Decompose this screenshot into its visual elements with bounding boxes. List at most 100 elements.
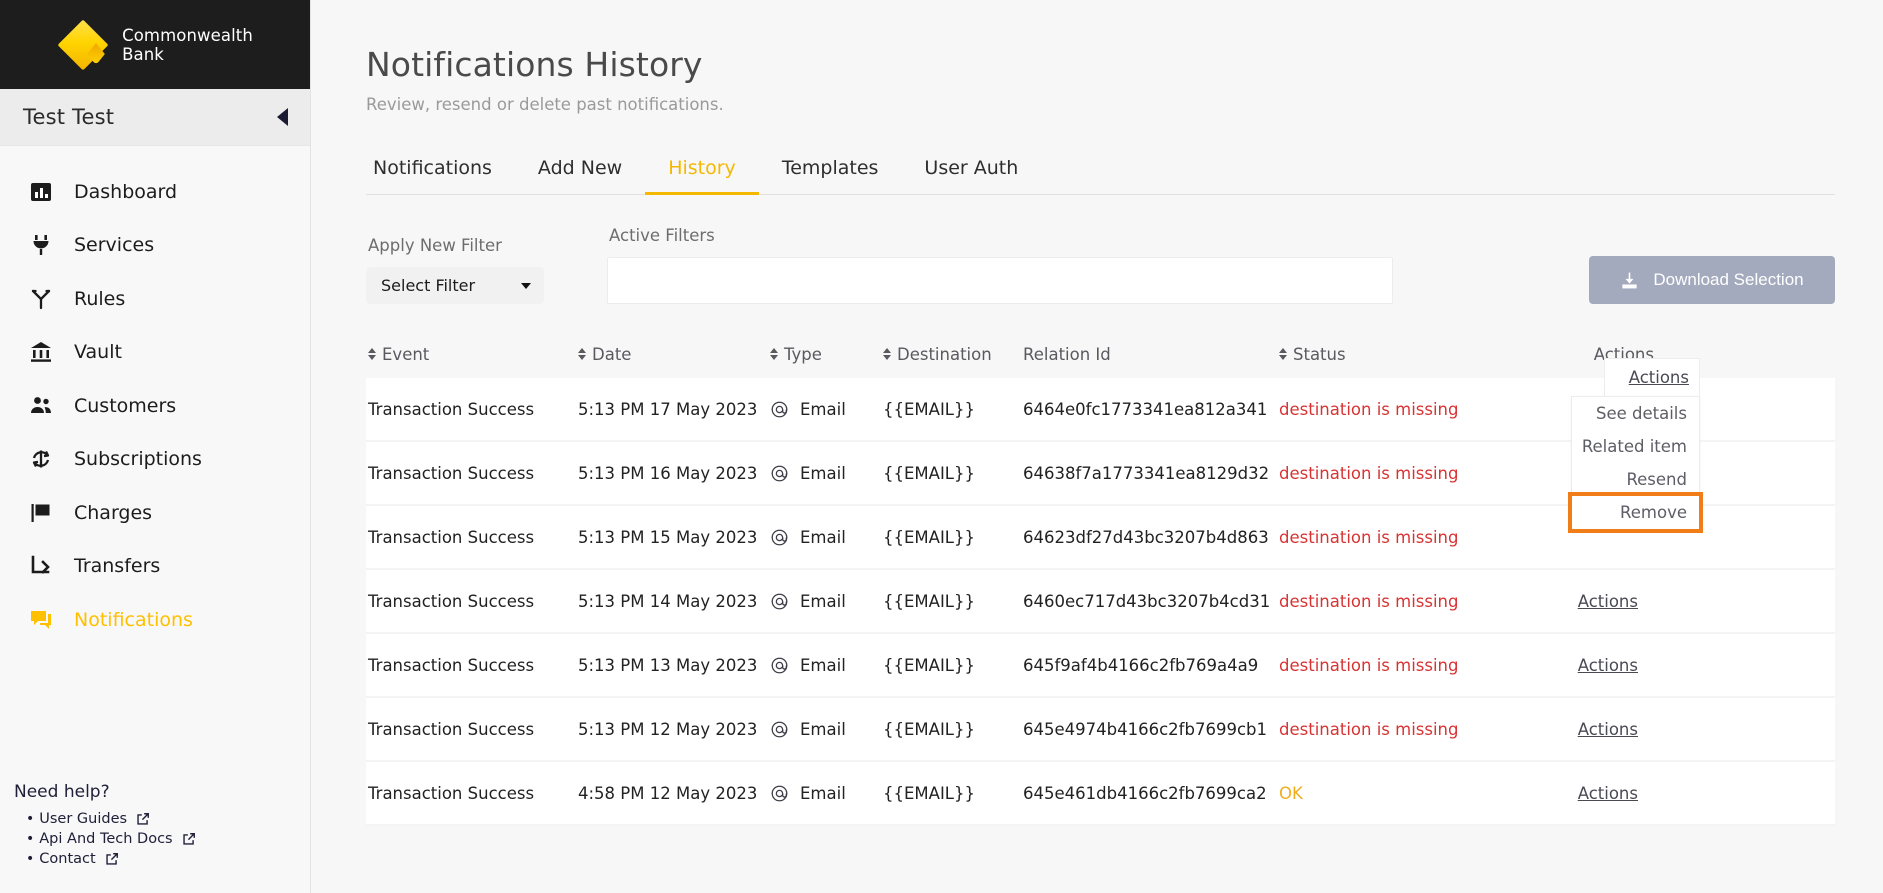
row-actions-link[interactable]: Actions	[1578, 784, 1638, 803]
cell-actions: Actions	[1534, 592, 1654, 611]
sidebar-item-label: Dashboard	[74, 180, 178, 203]
sort-arrows-icon	[368, 346, 377, 362]
tab-bar: Notifications Add New History Templates …	[366, 157, 1835, 195]
tab-history[interactable]: History	[645, 157, 759, 195]
plug-icon	[27, 231, 55, 259]
cell-type: Email	[770, 784, 883, 803]
apply-filter-label: Apply New Filter	[368, 236, 502, 255]
cell-date: 5:13 PM 13 May 2023	[578, 655, 758, 675]
cell-type-label: Email	[800, 591, 846, 611]
cell-destination: {{EMAIL}}	[883, 399, 975, 419]
sidebar-item-services[interactable]: Services	[0, 219, 310, 273]
column-header-event[interactable]: Event	[368, 345, 578, 364]
menu-item-related-item[interactable]: Related item	[1572, 430, 1699, 463]
select-filter-value: Select Filter	[381, 276, 476, 295]
at-circle-icon	[771, 657, 788, 673]
column-header-date[interactable]: Date	[578, 345, 770, 364]
help-link-api-tech-docs[interactable]: • Api And Tech Docs	[26, 831, 196, 847]
table-row[interactable]: Transaction Success 5:13 PM 13 May 2023 …	[366, 634, 1835, 698]
help-link-label: User Guides	[39, 811, 128, 827]
sidebar-item-label: Notifications	[74, 608, 193, 631]
menu-item-resend[interactable]: Resend	[1572, 463, 1699, 496]
sidebar-item-transfers[interactable]: Transfers	[0, 540, 310, 594]
select-filter-dropdown[interactable]: Select Filter	[366, 267, 544, 304]
help-link-contact[interactable]: • Contact	[26, 851, 196, 867]
sidebar-item-label: Customers	[74, 394, 177, 417]
sidebar-item-notifications[interactable]: Notifications	[0, 593, 310, 647]
sidebar-item-dashboard[interactable]: Dashboard	[0, 165, 310, 219]
cell-event: Transaction Success	[368, 783, 535, 803]
apply-filter-group: Apply New Filter Select Filter	[366, 236, 544, 304]
cell-type: Email	[770, 400, 883, 419]
sidebar-item-subscriptions[interactable]: Subscriptions	[0, 433, 310, 487]
help-links: • User Guides • Api And Tech Docs • Cont…	[12, 811, 196, 867]
cell-relation-id: 6464e0fc1773341ea812a341	[1023, 399, 1268, 419]
cell-date: 5:13 PM 16 May 2023	[578, 463, 758, 483]
cell-destination: {{EMAIL}}	[883, 655, 975, 675]
cell-relation-id: 645f9af4b4166c2fb769a4a9	[1023, 655, 1259, 675]
sidebar-item-charges[interactable]: Charges	[0, 486, 310, 540]
sort-arrows-icon	[1279, 346, 1288, 362]
main-content: Notifications History Review, resend or …	[311, 0, 1883, 893]
menu-item-see-details[interactable]: See details	[1572, 397, 1699, 430]
active-filters-box[interactable]	[607, 257, 1393, 304]
sidebar-item-label: Vault	[74, 341, 122, 364]
tab-notifications[interactable]: Notifications	[368, 157, 515, 195]
cell-date: 5:13 PM 14 May 2023	[578, 591, 758, 611]
cell-relation-id: 64638f7a1773341ea8129d32	[1023, 463, 1270, 483]
sidebar-item-label: Charges	[74, 501, 153, 524]
bank-icon	[27, 338, 55, 366]
arrow-turn-right-icon	[27, 552, 55, 580]
bullet-icon: •	[26, 831, 35, 847]
actions-dropdown-trigger[interactable]: Actions	[1604, 358, 1700, 397]
cell-date: 5:13 PM 12 May 2023	[578, 719, 758, 739]
table-row[interactable]: Transaction Success 4:58 PM 12 May 2023 …	[366, 762, 1835, 826]
chat-bubble-icon	[27, 606, 55, 634]
column-header-status[interactable]: Status	[1279, 345, 1534, 364]
app-root: Commonwealth Bank Test Test Dashboard Se…	[0, 0, 1883, 893]
cell-event: Transaction Success	[368, 655, 535, 675]
cell-type-label: Email	[800, 719, 846, 739]
table-row[interactable]: Transaction Success 5:13 PM 14 May 2023 …	[366, 570, 1835, 634]
row-actions-link[interactable]: Actions	[1578, 720, 1638, 739]
help-link-user-guides[interactable]: • User Guides	[26, 811, 196, 827]
column-header-type[interactable]: Type	[770, 345, 883, 364]
column-header-label: Event	[382, 344, 430, 364]
at-circle-icon	[771, 401, 788, 417]
help-link-label: Api And Tech Docs	[39, 831, 173, 847]
brand-line-2: Bank	[122, 44, 164, 64]
row-actions-link[interactable]: Actions	[1578, 592, 1638, 611]
cell-event: Transaction Success	[368, 399, 535, 419]
tab-templates[interactable]: Templates	[759, 157, 902, 195]
sidebar-item-vault[interactable]: Vault	[0, 326, 310, 380]
sidebar-item-rules[interactable]: Rules	[0, 272, 310, 326]
external-link-icon	[137, 813, 150, 825]
brand-line-1: Commonwealth	[122, 25, 253, 45]
at-circle-icon	[771, 529, 788, 545]
cell-status: destination is missing	[1279, 719, 1459, 739]
cell-type-label: Email	[800, 783, 846, 803]
chart-bar-icon	[27, 178, 55, 206]
filter-bar: Apply New Filter Select Filter Active Fi…	[366, 226, 1835, 304]
column-header-label: Type	[784, 344, 822, 364]
notifications-table: Event Date Type Destination Relation Id	[366, 339, 1835, 826]
cell-relation-id: 64623df27d43bc3207b4d863	[1023, 527, 1269, 547]
collapse-left-arrow-icon[interactable]	[277, 108, 288, 126]
actions-dropdown-list: See details Related item Resend Remove	[1568, 396, 1703, 533]
cell-type: Email	[770, 656, 883, 675]
active-filters-label: Active Filters	[609, 226, 715, 245]
table-row[interactable]: Transaction Success 5:13 PM 12 May 2023 …	[366, 698, 1835, 762]
row-actions-link[interactable]: Actions	[1578, 656, 1638, 675]
at-circle-icon	[771, 721, 788, 737]
column-header-destination[interactable]: Destination	[883, 345, 1023, 364]
download-selection-button[interactable]: Download Selection	[1589, 256, 1835, 304]
tab-user-auth[interactable]: User Auth	[901, 157, 1041, 195]
tab-add-new[interactable]: Add New	[515, 157, 645, 195]
active-filters-group: Active Filters	[607, 226, 1393, 304]
sidebar-item-customers[interactable]: Customers	[0, 379, 310, 433]
menu-item-remove[interactable]: Remove	[1568, 492, 1703, 533]
refresh-cycle-icon	[27, 445, 55, 473]
cell-relation-id: 6460ec717d43bc3207b4cd31	[1023, 591, 1271, 611]
column-header-label: Destination	[897, 344, 992, 364]
cell-type-label: Email	[800, 463, 846, 483]
